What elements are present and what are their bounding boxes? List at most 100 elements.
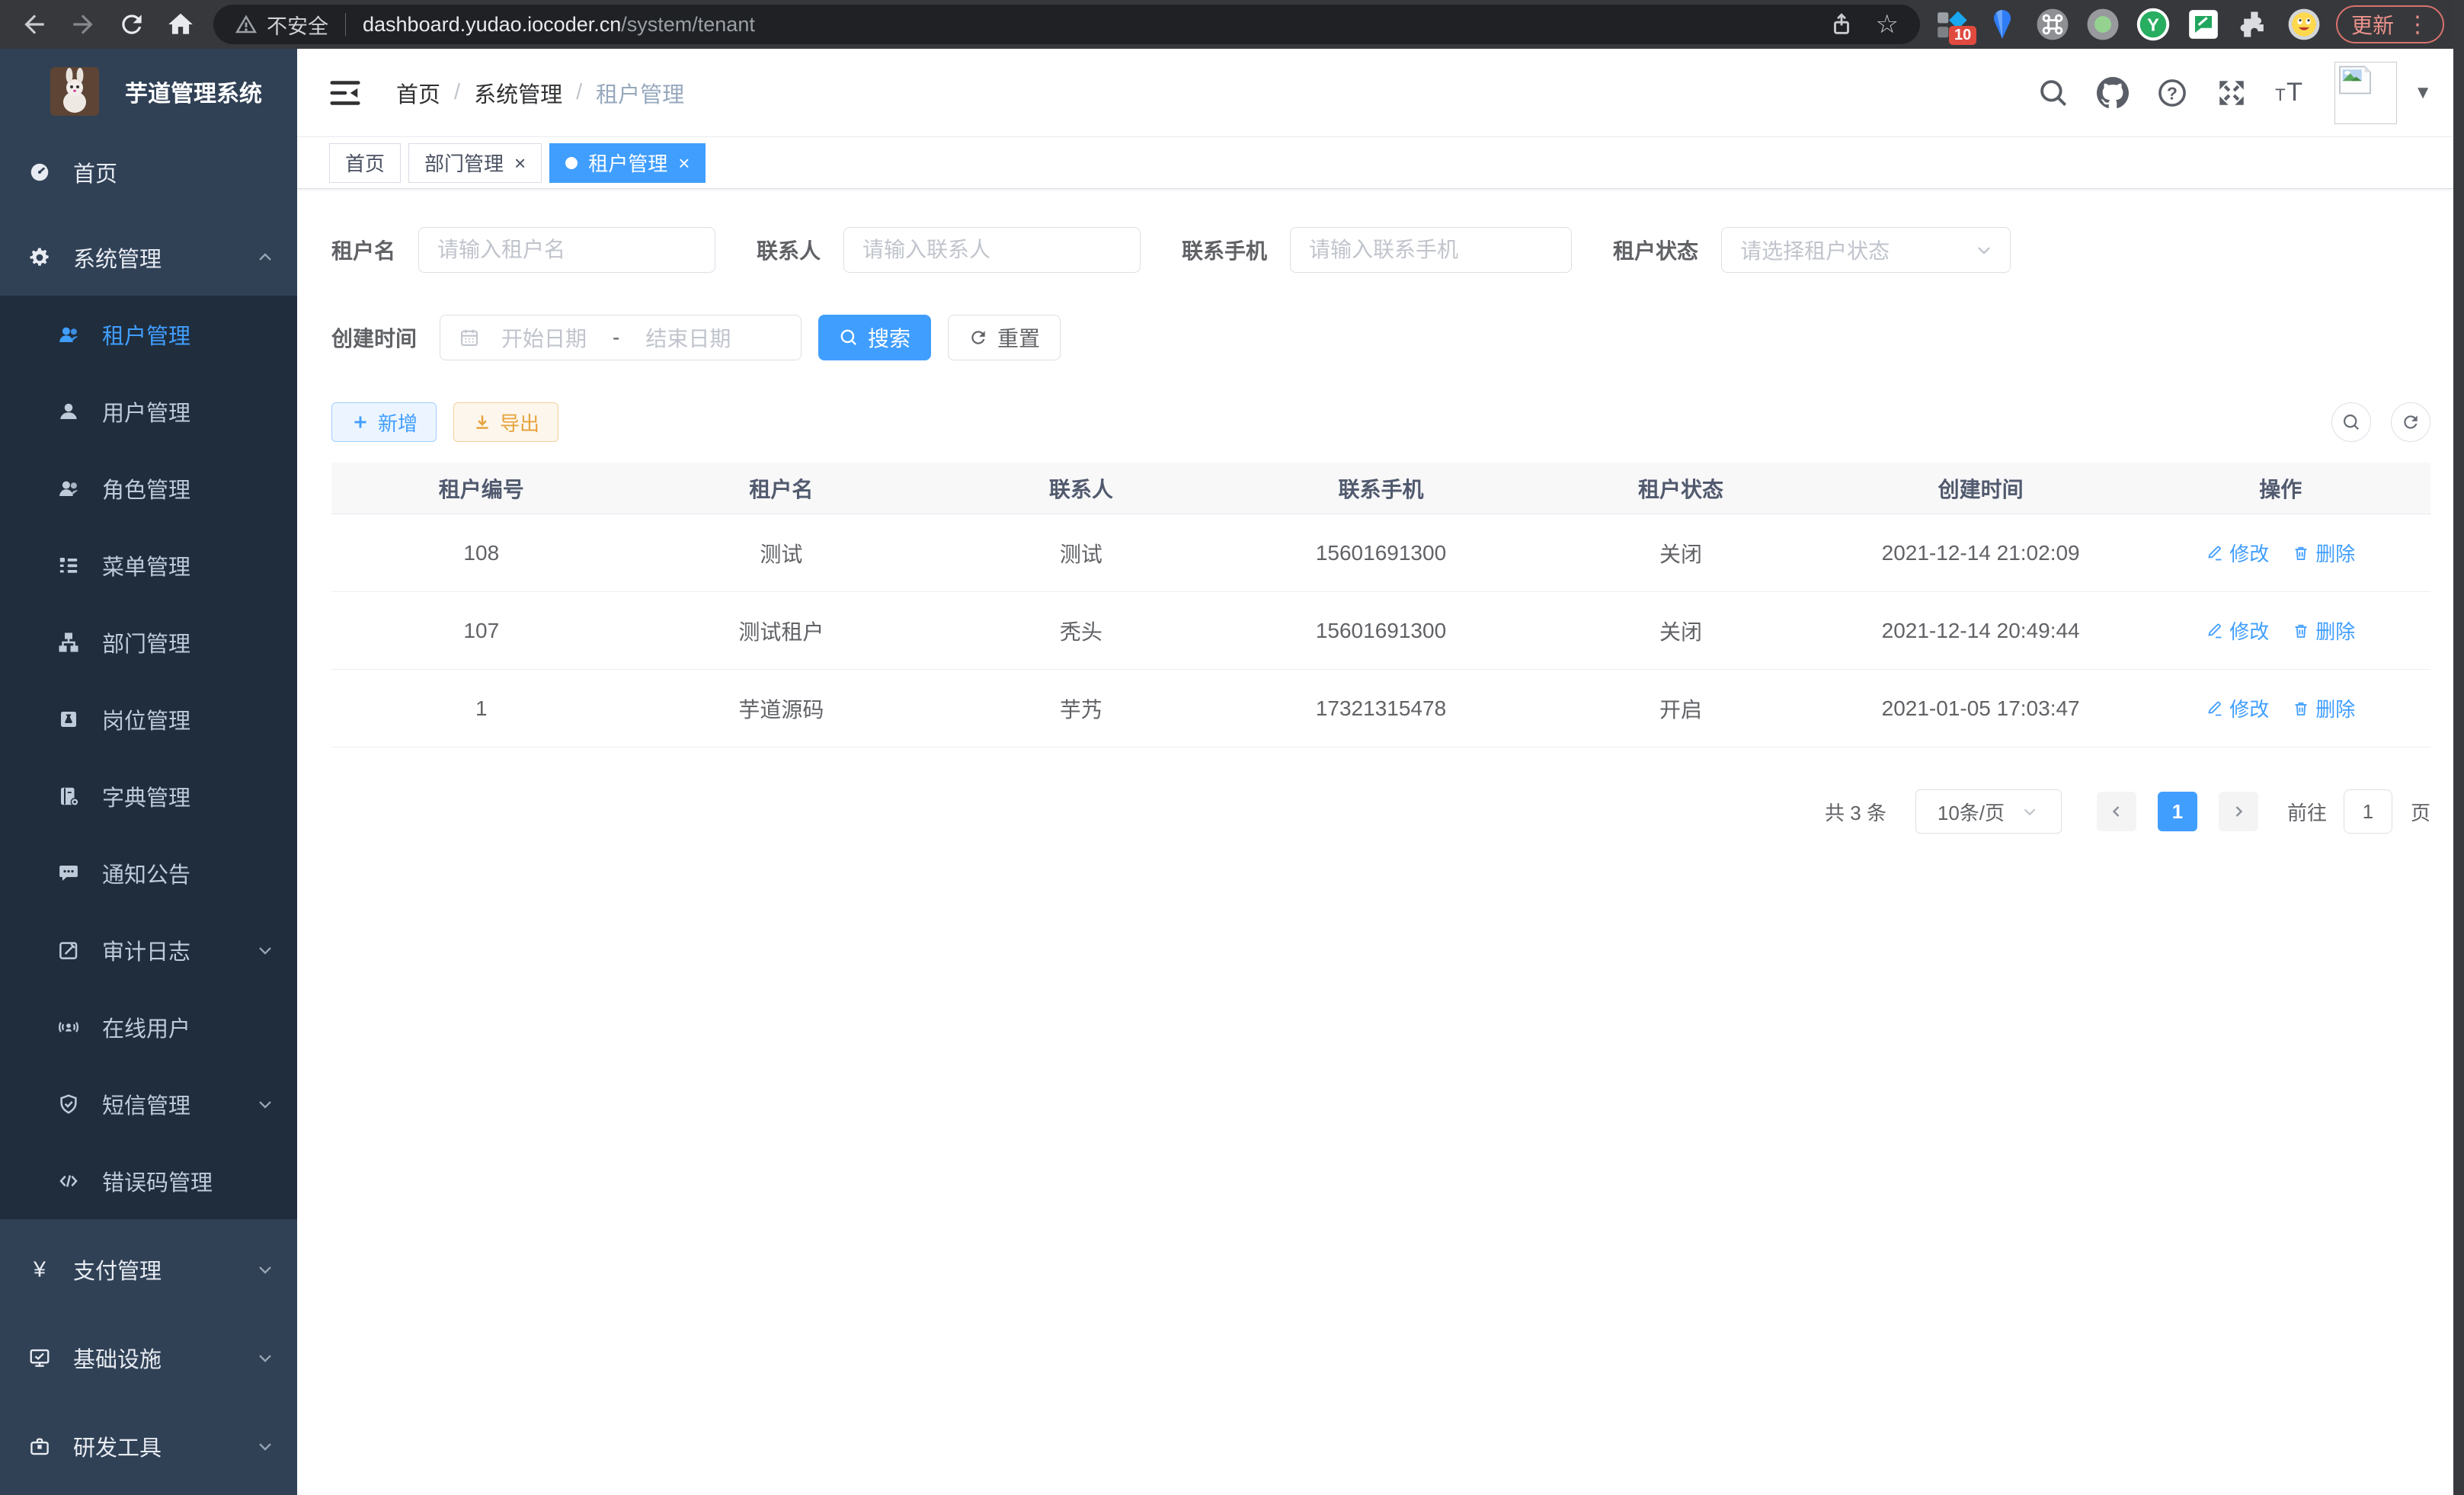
browser-update-button[interactable]: 更新 ⋮ <box>2336 5 2444 43</box>
extension-emoji-icon[interactable] <box>2287 8 2321 41</box>
start-date-placeholder[interactable]: 开始日期 <box>501 322 587 353</box>
delete-link[interactable]: 删除 <box>2292 616 2355 645</box>
sidebar-item-dev-tools[interactable]: 研发工具 <box>0 1408 297 1484</box>
edit-link[interactable]: 修改 <box>2206 616 2269 645</box>
breadcrumb-system[interactable]: 系统管理 <box>474 77 562 109</box>
table-toolbar: 新增 导出 <box>331 402 2430 442</box>
next-page-button[interactable] <box>2219 792 2258 831</box>
online-users-icon <box>56 1015 81 1039</box>
security-label[interactable]: 不安全 <box>267 10 328 40</box>
sidebar-item-dict[interactable]: 字典管理 <box>0 757 297 834</box>
extension-y-icon[interactable]: Y <box>2136 8 2170 41</box>
address-bar[interactable]: 不安全 dashboard.yudao.iocoder.cn/system/te… <box>213 5 1920 44</box>
prev-page-button[interactable] <box>2097 792 2136 831</box>
github-icon[interactable] <box>2097 77 2129 109</box>
sidebar-item-role[interactable]: 角色管理 <box>0 450 297 527</box>
refresh-table-button[interactable] <box>2391 402 2430 442</box>
sidebar-item-user[interactable]: 用户管理 <box>0 373 297 450</box>
sidebar-item-dept[interactable]: 部门管理 <box>0 603 297 680</box>
phone-input[interactable] <box>1290 227 1572 273</box>
search-button[interactable]: 搜索 <box>818 315 931 360</box>
top-navbar: 首页 / 系统管理 / 租户管理 ? TT ▼ <box>297 49 2453 137</box>
extension-chat-icon[interactable] <box>2187 8 2220 41</box>
refresh-icon <box>2401 412 2421 432</box>
sidebar-item-notice[interactable]: 通知公告 <box>0 834 297 911</box>
not-secure-warning-icon[interactable] <box>235 13 258 36</box>
sidebar-item-sms[interactable]: 短信管理 <box>0 1065 297 1142</box>
end-date-placeholder[interactable]: 结束日期 <box>645 322 731 353</box>
reset-button[interactable]: 重置 <box>948 315 1061 360</box>
trash-icon <box>2292 544 2310 562</box>
add-button[interactable]: 新增 <box>331 402 437 442</box>
close-icon[interactable]: × <box>678 153 690 173</box>
cell-actions: 修改 删除 <box>2130 539 2430 567</box>
refresh-icon <box>968 328 988 347</box>
dictionary-icon <box>56 784 81 808</box>
active-tab-dot <box>565 157 578 169</box>
tab-home[interactable]: 首页 <box>329 143 401 183</box>
chevron-down-icon <box>254 1436 276 1457</box>
breadcrumb-home[interactable]: 首页 <box>396 77 440 109</box>
date-range-picker[interactable]: 开始日期 - 结束日期 <box>440 315 802 360</box>
sidebar-item-tenant[interactable]: 租户管理 <box>0 296 297 373</box>
font-size-icon[interactable]: TT <box>2275 77 2307 109</box>
url-host[interactable]: dashboard.yudao.iocoder.cn <box>363 13 621 37</box>
browser-forward-icon[interactable] <box>69 10 98 39</box>
sidebar-item-payment[interactable]: ¥ 支付管理 <box>0 1231 297 1308</box>
edit-link[interactable]: 修改 <box>2206 539 2269 567</box>
extension-tabs-icon[interactable]: 10 <box>1935 8 1969 41</box>
browser-home-icon[interactable] <box>166 10 195 39</box>
export-button[interactable]: 导出 <box>453 402 558 442</box>
sidebar-item-post[interactable]: 岗位管理 <box>0 680 297 757</box>
table-tools <box>2331 402 2430 442</box>
share-icon[interactable] <box>1829 11 1854 37</box>
tenant-name-input[interactable] <box>418 227 715 273</box>
sidebar-item-infra[interactable]: 基础设施 <box>0 1320 297 1396</box>
sidebar-item-online-users[interactable]: 在线用户 <box>0 988 297 1065</box>
tab-dept[interactable]: 部门管理 × <box>408 143 542 183</box>
avatar-dropdown-caret-icon[interactable]: ▼ <box>2414 82 2432 104</box>
page-number-button[interactable]: 1 <box>2158 792 2197 831</box>
extensions-row: 10 Y <box>1935 8 2321 41</box>
cell-contact: 芋艿 <box>931 693 1231 724</box>
help-icon[interactable]: ? <box>2156 77 2188 109</box>
contact-input[interactable] <box>843 227 1141 273</box>
browser-back-icon[interactable] <box>20 10 49 39</box>
svg-text:?: ? <box>2167 83 2178 103</box>
sidebar-item-error-code[interactable]: 错误码管理 <box>0 1142 297 1219</box>
sidebar-item-home[interactable]: 首页 <box>0 134 297 210</box>
window-right-edge <box>2453 0 2464 1495</box>
extension-command-icon[interactable] <box>2036 8 2069 41</box>
app-logo[interactable]: 芋道管理系统 <box>0 49 297 134</box>
url-path[interactable]: /system/tenant <box>621 13 755 37</box>
logo-image <box>50 67 99 116</box>
fullscreen-icon[interactable] <box>2216 77 2248 109</box>
chevron-right-icon <box>2229 802 2248 821</box>
sidebar-item-menu[interactable]: 菜单管理 <box>0 527 297 603</box>
sidebar-fold-icon[interactable] <box>328 75 363 110</box>
browser-menu-icon[interactable]: ⋮ <box>2406 11 2429 38</box>
sidebar-item-audit-log[interactable]: 审计日志 <box>0 911 297 988</box>
bookmark-star-icon[interactable]: ☆ <box>1876 11 1899 37</box>
page-size-select[interactable]: 10条/页 <box>1915 789 2062 834</box>
extension-status-icon[interactable] <box>2086 8 2120 41</box>
browser-reload-icon[interactable] <box>117 10 146 39</box>
cell-created: 2021-12-14 21:02:09 <box>1831 541 2131 565</box>
close-icon[interactable]: × <box>514 153 526 173</box>
edit-link[interactable]: 修改 <box>2206 694 2269 722</box>
goto-page-input[interactable] <box>2344 789 2392 834</box>
sidebar-menu: 首页 系统管理 租户管理 用户管理 角色管理 菜单管理 <box>0 134 297 1484</box>
table-row: 1 芋道源码 芋艿 17321315478 开启 2021-01-05 17:0… <box>331 670 2430 748</box>
delete-link[interactable]: 删除 <box>2292 694 2355 722</box>
extensions-puzzle-icon[interactable] <box>2237 8 2270 41</box>
sidebar-item-system[interactable]: 系统管理 <box>0 219 297 296</box>
delete-link[interactable]: 删除 <box>2292 539 2355 567</box>
avatar[interactable] <box>2334 62 2397 124</box>
extension-kite-icon[interactable] <box>1986 8 2019 41</box>
status-select[interactable]: 请选择租户状态 <box>1721 227 2011 273</box>
search-icon[interactable] <box>2037 77 2069 109</box>
tab-tenant[interactable]: 租户管理 × <box>549 143 706 183</box>
chevron-up-icon <box>254 247 276 268</box>
hide-search-button[interactable] <box>2331 402 2371 442</box>
breadcrumb-current: 租户管理 <box>596 77 684 109</box>
